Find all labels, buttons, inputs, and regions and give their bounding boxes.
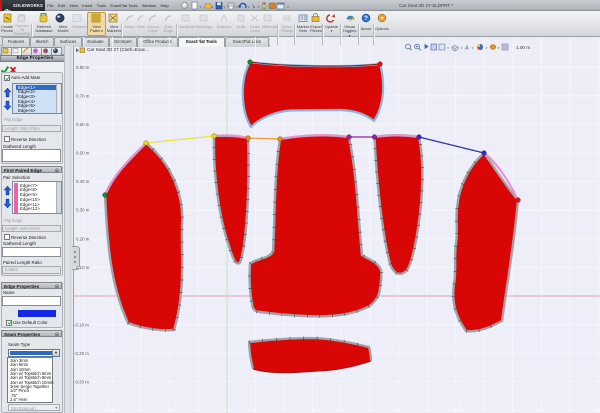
svg-text:0.80 m: 0.80 m <box>76 65 90 70</box>
svg-text:0.20 m: 0.20 m <box>76 237 90 242</box>
svg-text:A: A <box>464 46 469 52</box>
svg-text:0.30 m: 0.30 m <box>76 208 90 213</box>
svg-text:0.50 m: 0.50 m <box>76 151 90 156</box>
svg-text:0.40 m: 0.40 m <box>76 179 90 184</box>
svg-text:0.70 m: 0.70 m <box>76 94 90 99</box>
svg-text:-0.10 m: -0.10 m <box>74 323 89 328</box>
svg-text:0.10 m: 0.10 m <box>76 265 90 270</box>
svg-text:0.60 m: 0.60 m <box>76 122 90 127</box>
svg-text:1.00 m: 1.00 m <box>516 45 530 50</box>
svg-text:-0.30 m: -0.30 m <box>74 380 89 385</box>
svg-text:-0.20 m: -0.20 m <box>74 351 89 356</box>
